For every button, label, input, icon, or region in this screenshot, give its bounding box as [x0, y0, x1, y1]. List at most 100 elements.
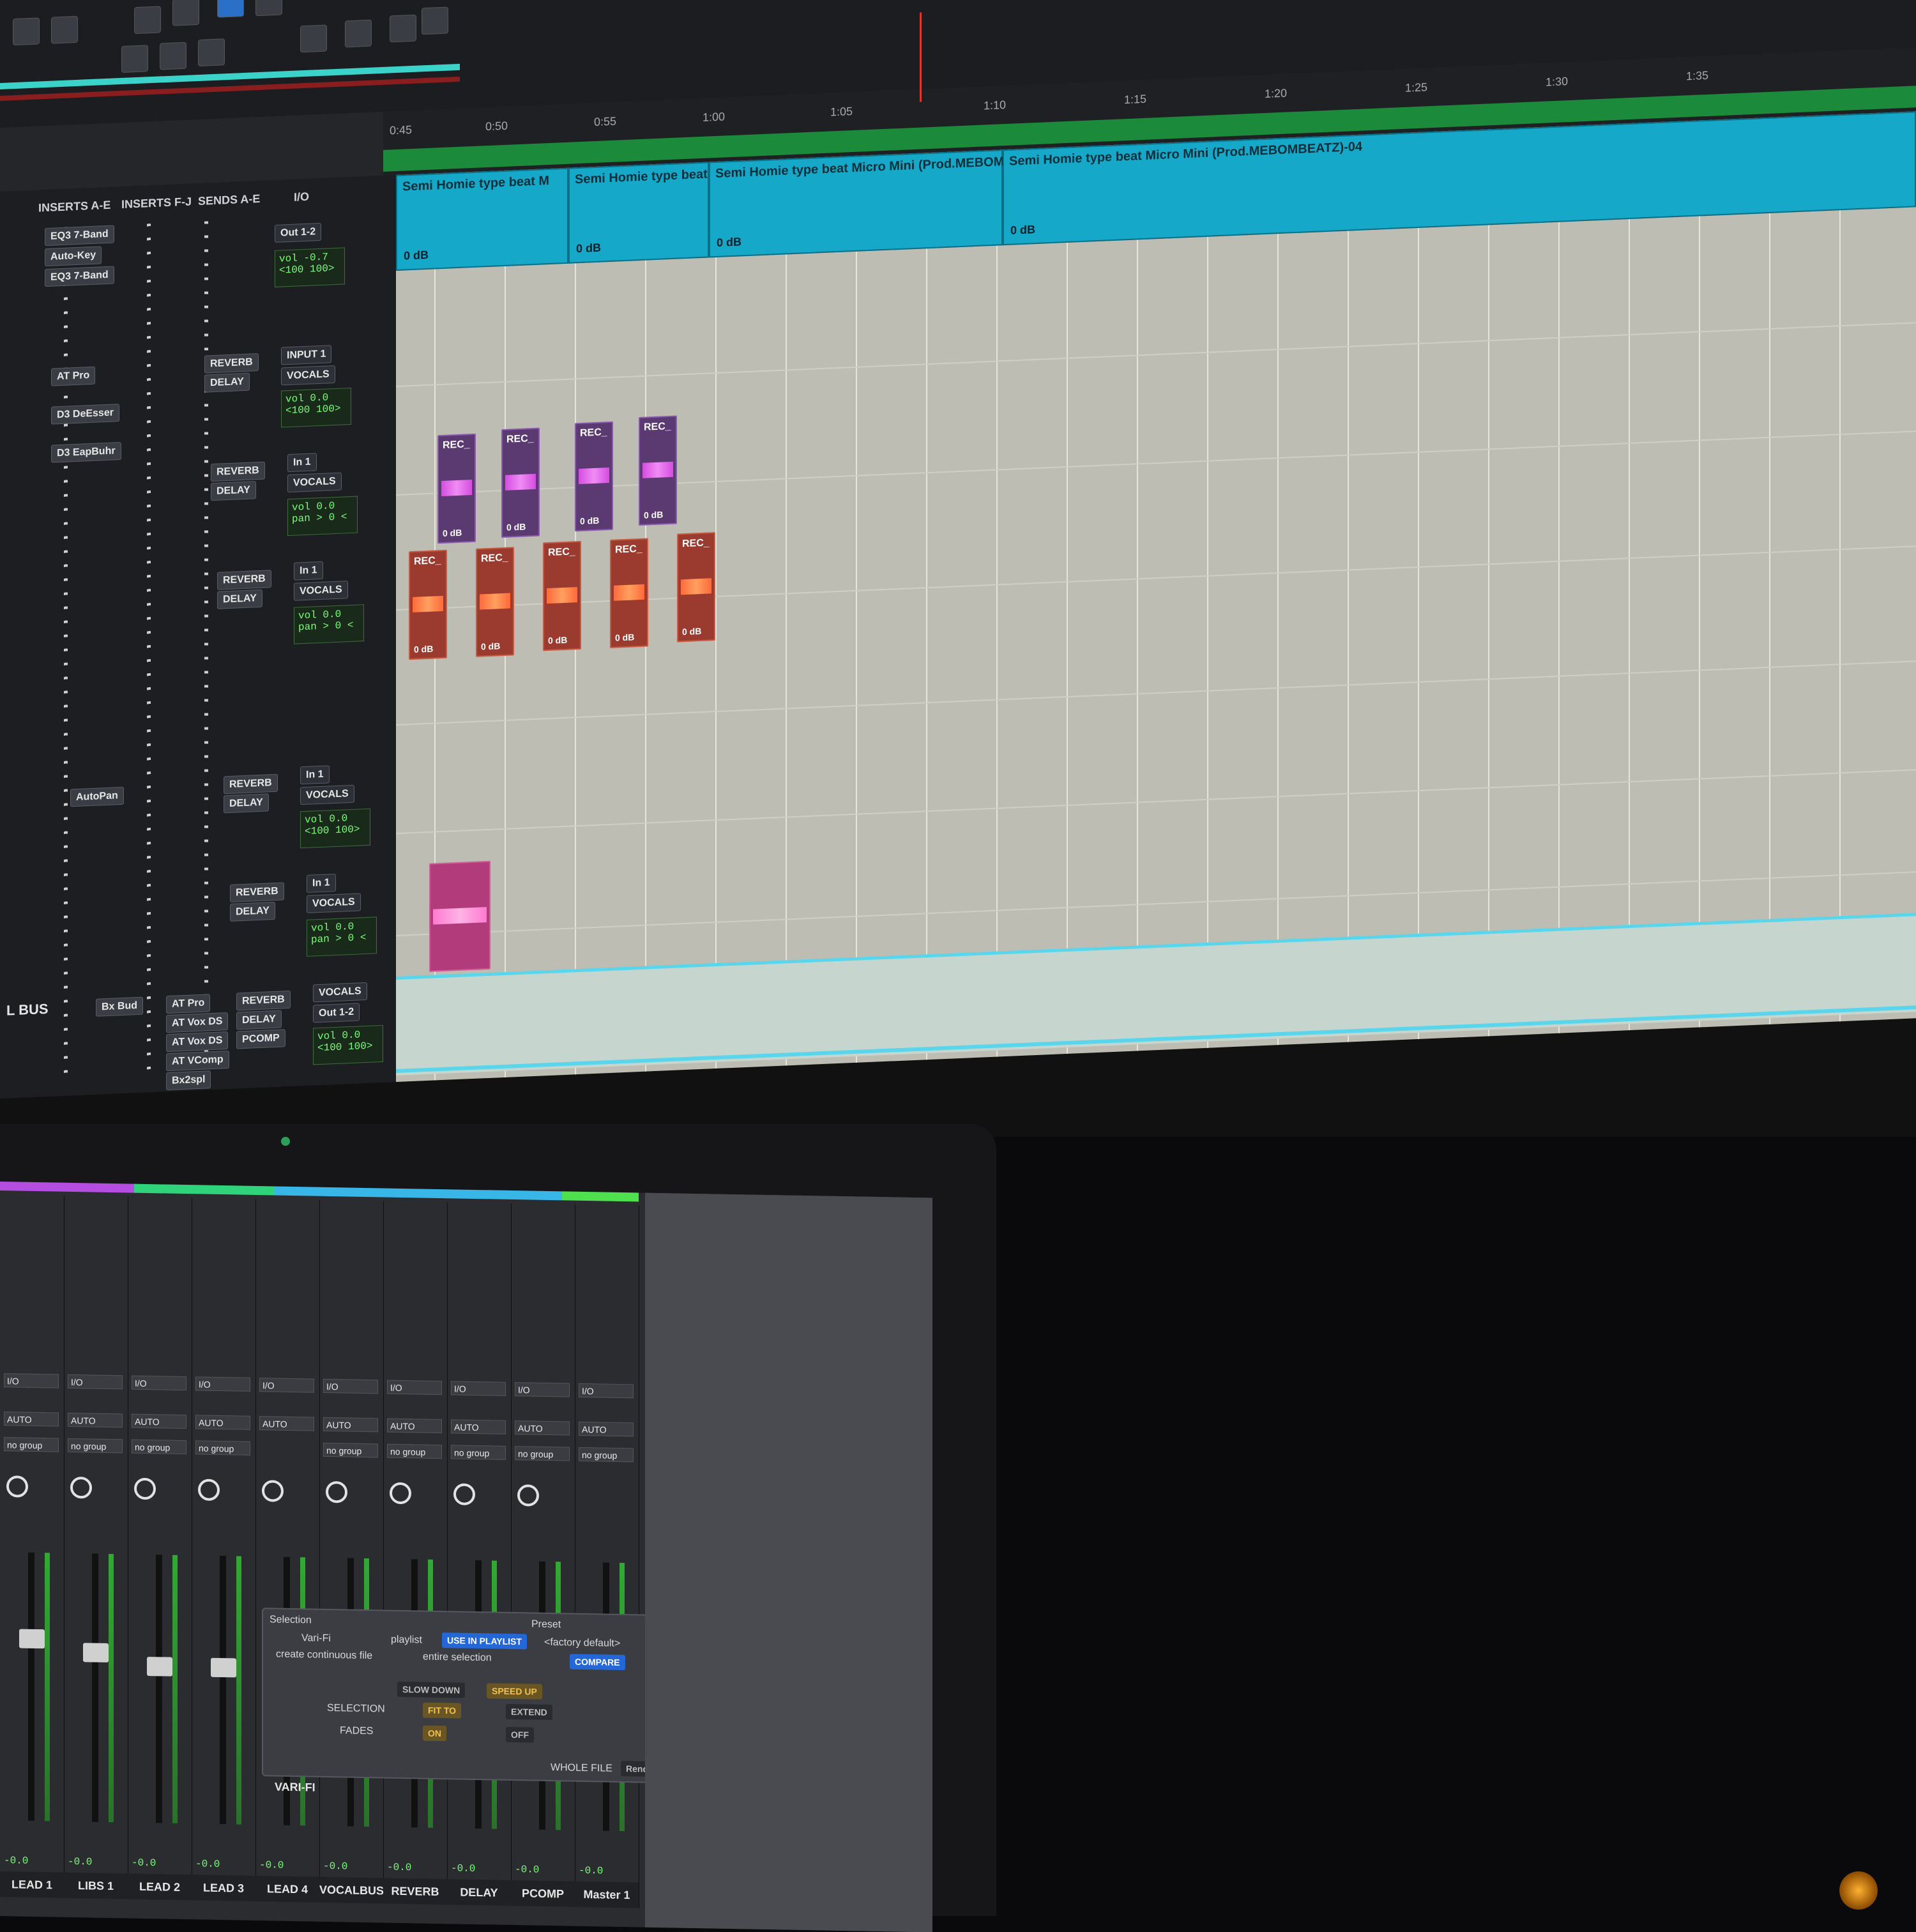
pan-knob-icon[interactable] [6, 1475, 28, 1498]
grid-icon[interactable] [160, 42, 186, 70]
rec-clip[interactable]: REC_ 0 dB [409, 549, 447, 660]
group-selector[interactable]: no group [515, 1446, 570, 1461]
pan-knob-icon[interactable] [517, 1484, 539, 1507]
pan-knob-icon[interactable] [453, 1483, 475, 1505]
automation-mode[interactable]: AUTO [387, 1418, 442, 1434]
keyboard-focus-icon[interactable] [345, 19, 372, 48]
automation-mode[interactable]: AUTO [4, 1411, 59, 1427]
nudge-icon[interactable] [121, 45, 148, 73]
track-name[interactable]: LEAD 2 [128, 1873, 192, 1901]
grabber-tool-icon[interactable] [134, 6, 161, 34]
volume-fader[interactable] [147, 1657, 172, 1677]
group-selector[interactable]: no group [323, 1442, 378, 1458]
output-selector[interactable]: VOCALS [307, 893, 361, 913]
audio-clip[interactable]: Semi Homie type beat I 0 dB [568, 162, 715, 264]
insert-slot[interactable]: AutoPan [70, 786, 124, 807]
group-selector[interactable]: no group [68, 1438, 123, 1454]
mirror-midi-icon[interactable] [422, 6, 448, 35]
input-selector[interactable]: INPUT 1 [281, 345, 332, 365]
varifi-plugin-window[interactable]: Selection Preset Vari-Fi playlist USE IN… [262, 1608, 673, 1784]
group-selector[interactable]: no group [132, 1439, 186, 1455]
input-selector[interactable]: VOCALS [313, 982, 367, 1003]
output-selector[interactable]: Out 1-2 [275, 222, 322, 243]
fades-on-button[interactable]: ON [423, 1725, 446, 1742]
send-slot[interactable]: REVERB [224, 773, 278, 795]
send-slot[interactable]: PCOMP [236, 1029, 285, 1049]
send-slot[interactable]: DELAY [217, 589, 262, 609]
insert-slot[interactable]: D3 DeEsser [51, 404, 119, 425]
output-selector[interactable]: VOCALS [287, 472, 342, 493]
tab-to-transient-icon[interactable] [390, 14, 416, 43]
rec-clip[interactable]: REC_ 0 dB [610, 538, 648, 648]
volume-fader[interactable] [211, 1657, 236, 1678]
track-name[interactable]: LEAD 3 [192, 1875, 255, 1901]
send-slot[interactable]: DELAY [211, 481, 256, 501]
volume-fader[interactable] [83, 1643, 109, 1662]
automation-mode[interactable]: AUTO [132, 1413, 186, 1429]
rec-clip[interactable]: REC_ 0 dB [575, 421, 613, 532]
input-selector[interactable]: In 1 [287, 453, 317, 473]
selector-tool-icon[interactable] [51, 15, 78, 44]
send-slot[interactable]: DELAY [204, 372, 250, 393]
send-slot[interactable]: DELAY [224, 793, 269, 814]
pan-knob-icon[interactable] [198, 1479, 220, 1502]
automation-mode[interactable]: AUTO [515, 1420, 570, 1436]
fades-off-button[interactable]: OFF [506, 1726, 534, 1743]
group-selector[interactable]: no group [4, 1437, 59, 1452]
zoom-tool-icon[interactable] [172, 0, 199, 26]
insert-slot[interactable]: AT Pro [51, 366, 96, 386]
automation-mode[interactable]: AUTO [323, 1417, 378, 1433]
track-name[interactable]: Master 1 [575, 1881, 639, 1908]
use-in-playlist-button[interactable]: USE IN PLAYLIST [442, 1632, 527, 1650]
automation-mode[interactable]: AUTO [579, 1421, 634, 1437]
automation-mode[interactable]: AUTO [195, 1415, 250, 1430]
insert-slot[interactable]: AT Vox DS [166, 1031, 229, 1053]
track-name[interactable]: PCOMP [511, 1880, 575, 1907]
track-name[interactable]: LEAD 4 [255, 1875, 319, 1903]
group-selector[interactable]: no group [451, 1445, 506, 1460]
trim-tool-icon[interactable] [13, 17, 40, 46]
pencil-tool-icon[interactable] [255, 0, 282, 17]
output-selector[interactable]: Out 1-2 [313, 1003, 360, 1023]
group-selector[interactable]: no group [195, 1440, 250, 1456]
rec-clip[interactable]: REC_ 0 dB [476, 547, 514, 657]
rec-clip[interactable]: REC_ 0 dB [437, 433, 476, 544]
input-selector[interactable]: In 1 [294, 561, 323, 581]
processing-mode[interactable]: create continuous file [276, 1649, 372, 1662]
insert-slot[interactable]: Auto-Key [45, 246, 102, 267]
playhead[interactable] [920, 12, 922, 102]
insert-slot[interactable]: EQ3 7-Band [45, 266, 114, 287]
insert-slot[interactable]: AT Pro [166, 994, 211, 1014]
timeline-tracks[interactable]: Semi Homie type beat M 0 dB Semi Homie t… [396, 111, 1916, 1083]
rec-clip[interactable]: REC_ 0 dB [639, 415, 677, 526]
insert-slot[interactable]: Bx Bud [96, 996, 143, 1017]
insert-slot[interactable]: EQ3 7-Band [45, 225, 114, 247]
insert-slot[interactable]: D3 EapBuhr [51, 442, 121, 463]
output-selector[interactable]: VOCALS [294, 581, 348, 601]
volume-fader[interactable] [19, 1629, 45, 1649]
automation-mode[interactable]: AUTO [259, 1416, 314, 1431]
insert-slot[interactable]: AT VComp [166, 1050, 229, 1072]
output-selector[interactable]: VOCALS [300, 784, 354, 805]
send-slot[interactable]: REVERB [230, 882, 284, 902]
pan-knob-icon[interactable] [70, 1476, 92, 1499]
send-slot[interactable]: REVERB [211, 461, 265, 482]
track-name[interactable]: VOCALBUS [319, 1876, 384, 1904]
track-name[interactable]: LIBS 1 [64, 1872, 128, 1899]
link-icon[interactable] [300, 24, 327, 53]
compare-button[interactable]: COMPARE [570, 1654, 625, 1671]
pan-knob-icon[interactable] [262, 1480, 284, 1502]
output-selector[interactable]: VOCALS [281, 365, 335, 386]
speed-up-button[interactable]: SPEED UP [487, 1683, 542, 1700]
send-slot[interactable]: DELAY [230, 901, 275, 922]
send-slot[interactable]: REVERB [217, 570, 271, 590]
track-name[interactable]: DELAY [447, 1879, 511, 1906]
audio-clip[interactable] [429, 860, 490, 972]
send-slot[interactable]: REVERB [236, 990, 291, 1011]
smart-tool-icon[interactable] [217, 0, 244, 18]
extend-button[interactable]: EXTEND [506, 1703, 552, 1721]
track-name[interactable]: LEAD 1 [0, 1871, 64, 1898]
cursor-icon[interactable] [198, 38, 225, 67]
input-selector[interactable]: In 1 [307, 873, 336, 893]
insert-slot[interactable]: AT Vox DS [166, 1012, 229, 1033]
